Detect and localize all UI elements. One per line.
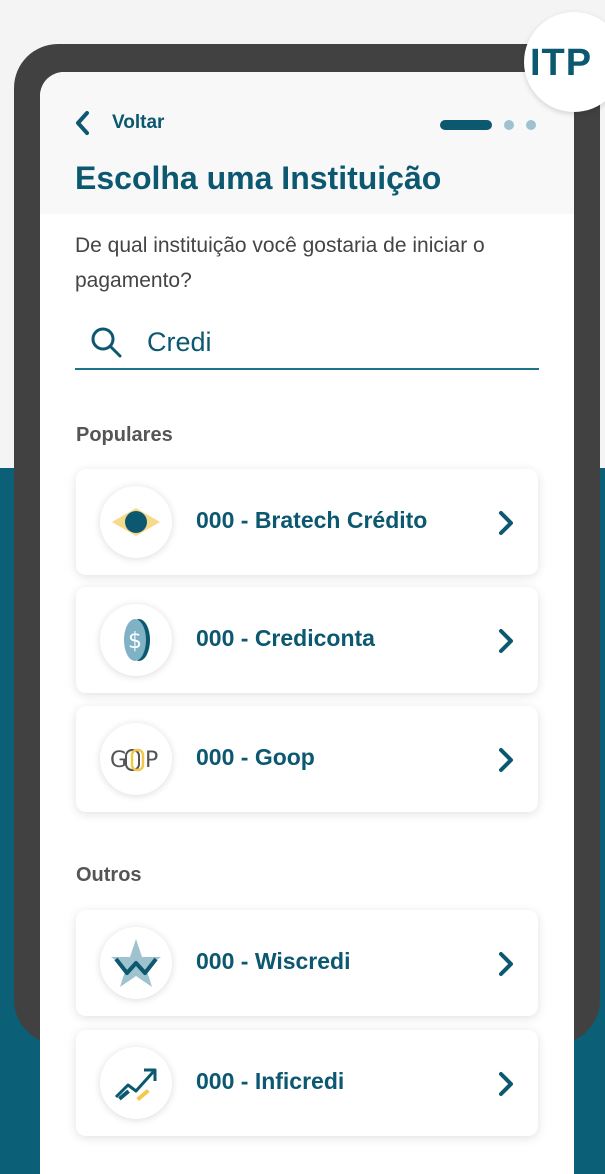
institution-logo xyxy=(100,1047,172,1119)
chevron-right-icon xyxy=(499,1072,513,1096)
institution-name: 000 - Crediconta xyxy=(196,625,375,651)
section-label-populares: Populares xyxy=(76,424,173,446)
chevron-left-icon xyxy=(76,111,89,135)
inficredi-logo-icon xyxy=(114,1068,157,1102)
page-title: Escolha uma Instituição xyxy=(75,160,442,196)
institution-name: 000 - Goop xyxy=(196,744,315,770)
chevron-right-icon xyxy=(499,952,513,976)
search-icon xyxy=(91,327,122,358)
back-label: Voltar xyxy=(112,112,165,133)
institution-name: 000 - Wiscredi xyxy=(196,948,351,974)
institution-card-crediconta[interactable]: $ 000 - Crediconta xyxy=(76,587,538,693)
phone-screen: Voltar Escolha uma Instituição De qual i… xyxy=(40,72,574,1174)
chevron-right-icon xyxy=(499,629,513,653)
wiscredi-logo-icon xyxy=(111,939,161,987)
step-indicator-dot xyxy=(526,120,536,130)
back-button[interactable]: Voltar xyxy=(74,110,164,136)
svg-text:G: G xyxy=(110,748,127,773)
institution-card-inficredi[interactable]: 000 - Inficredi xyxy=(76,1030,538,1136)
institution-logo: G P xyxy=(100,723,172,795)
goop-logo-icon: G P xyxy=(110,748,158,773)
institution-logo xyxy=(100,486,172,558)
institution-card-wiscredi[interactable]: 000 - Wiscredi xyxy=(76,910,538,1016)
bratech-logo-icon xyxy=(112,508,160,536)
institution-name: 000 - Bratech Crédito xyxy=(196,507,428,533)
step-indicator-active xyxy=(440,120,492,130)
section-label-outros: Outros xyxy=(76,864,142,886)
institution-logo xyxy=(100,927,172,999)
search-input[interactable]: Credi xyxy=(147,327,212,358)
search-field[interactable]: Credi xyxy=(75,316,539,370)
crediconta-logo-icon: $ xyxy=(124,619,150,661)
institution-logo: $ xyxy=(100,604,172,676)
institution-name: 000 - Inficredi xyxy=(196,1068,345,1094)
itp-badge-label: ITP xyxy=(530,42,593,84)
page-subtitle: De qual instituição você gostaria de ini… xyxy=(75,234,485,292)
step-indicator-dot xyxy=(504,120,514,130)
chevron-right-icon xyxy=(499,748,513,772)
svg-text:P: P xyxy=(145,748,158,773)
svg-text:$: $ xyxy=(128,629,142,654)
institution-card-goop[interactable]: G P 000 - Goop xyxy=(76,706,538,812)
chevron-right-icon xyxy=(499,511,513,535)
institution-card-bratech[interactable]: 000 - Bratech Crédito xyxy=(76,469,538,575)
step-indicator xyxy=(440,120,536,130)
